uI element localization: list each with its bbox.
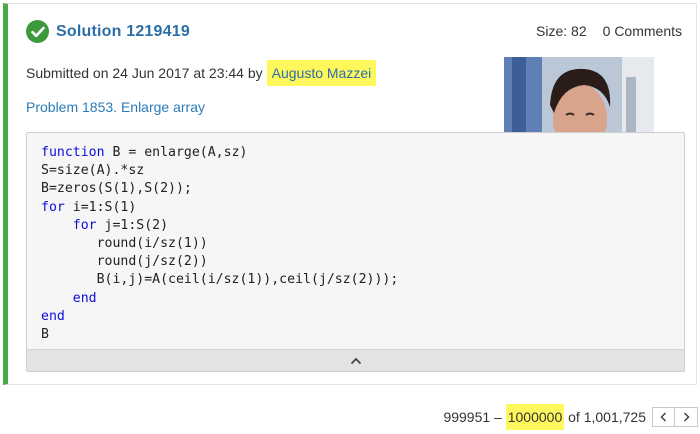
submitted-info: Submitted on 24 Jun 2017 at 23:44 by Aug… [26, 60, 377, 86]
code-line: for j=1:S(2) [41, 217, 398, 235]
code-keyword: end [72, 290, 97, 306]
code-text: round(j/sz(2)) [41, 254, 208, 270]
range-end: 1000000 [505, 404, 565, 430]
code-line: for i=1:S(1) [41, 199, 398, 217]
code-text: round(i/sz(1)) [41, 235, 208, 251]
code-keyword: for [72, 217, 97, 233]
code-line: round(i/sz(1)) [41, 235, 398, 253]
code-text: B=zeros(S(1),S(2)); [41, 181, 192, 197]
code-line: function B = enlarge(A,sz) [41, 144, 398, 162]
code-block: function B = enlarge(A,sz) S=size(A).*sz B… [41, 144, 398, 344]
chevron-right-icon [683, 412, 690, 422]
code-line: S=size(A).*sz [41, 162, 398, 180]
code-line: B(i,j)=A(ceil(i/sz(1)),ceil(j/sz(2))); [41, 271, 399, 289]
solution-title[interactable]: Solution 1219419 [56, 23, 190, 41]
range-start: 999951 [443, 409, 491, 425]
collapse-code-button[interactable] [27, 349, 684, 371]
code-viewer: function B = enlarge(A,sz) S=size(A).*sz B… [26, 132, 685, 372]
pager-buttons [652, 407, 698, 427]
solution-card: Solution 1219419 Size: 82 0 Comments Sub… [3, 3, 697, 385]
code-keyword: function [41, 145, 105, 160]
problem-link[interactable]: Problem 1853. Enlarge array [26, 99, 205, 115]
check-circle-icon [26, 20, 49, 43]
code-keyword: for [41, 199, 65, 215]
code-line: end [41, 308, 398, 326]
previous-page-button[interactable] [652, 407, 675, 427]
chevron-left-icon [660, 412, 667, 422]
code-line: round(j/sz(2)) [41, 253, 398, 271]
solution-header: Solution 1219419 [26, 20, 190, 43]
code-text: B(i,j)=A(ceil(i/sz(1)),ceil(j/sz(2))); [41, 272, 399, 288]
next-page-button[interactable] [675, 407, 698, 427]
code-text: B = enlarge(A,sz) [104, 145, 248, 160]
code-line: B=zeros(S(1),S(2)); [41, 180, 398, 198]
submitted-text: Submitted on 24 Jun 2017 at 23:44 by [26, 65, 263, 81]
range-total: of 1,001,725 [564, 409, 646, 425]
code-text: j=1:S(2) [96, 217, 169, 233]
range-dash: – [490, 409, 506, 425]
code-line: end [41, 290, 398, 308]
author-link[interactable]: Augusto Mazzei [266, 60, 377, 86]
comments-link[interactable]: 0 Comments [603, 23, 682, 39]
chevron-up-icon [350, 357, 361, 364]
code-text: B [41, 326, 49, 342]
code-line: B [41, 326, 398, 344]
code-text: S=size(A).*sz [41, 163, 145, 179]
size-label: Size: 82 [536, 23, 587, 39]
code-keyword: end [41, 308, 65, 324]
pagination: 999951 – 1000000 of 1,001,725 [443, 404, 698, 430]
solution-stats: Size: 82 0 Comments [536, 23, 682, 39]
code-text: i=1:S(1) [64, 199, 137, 215]
